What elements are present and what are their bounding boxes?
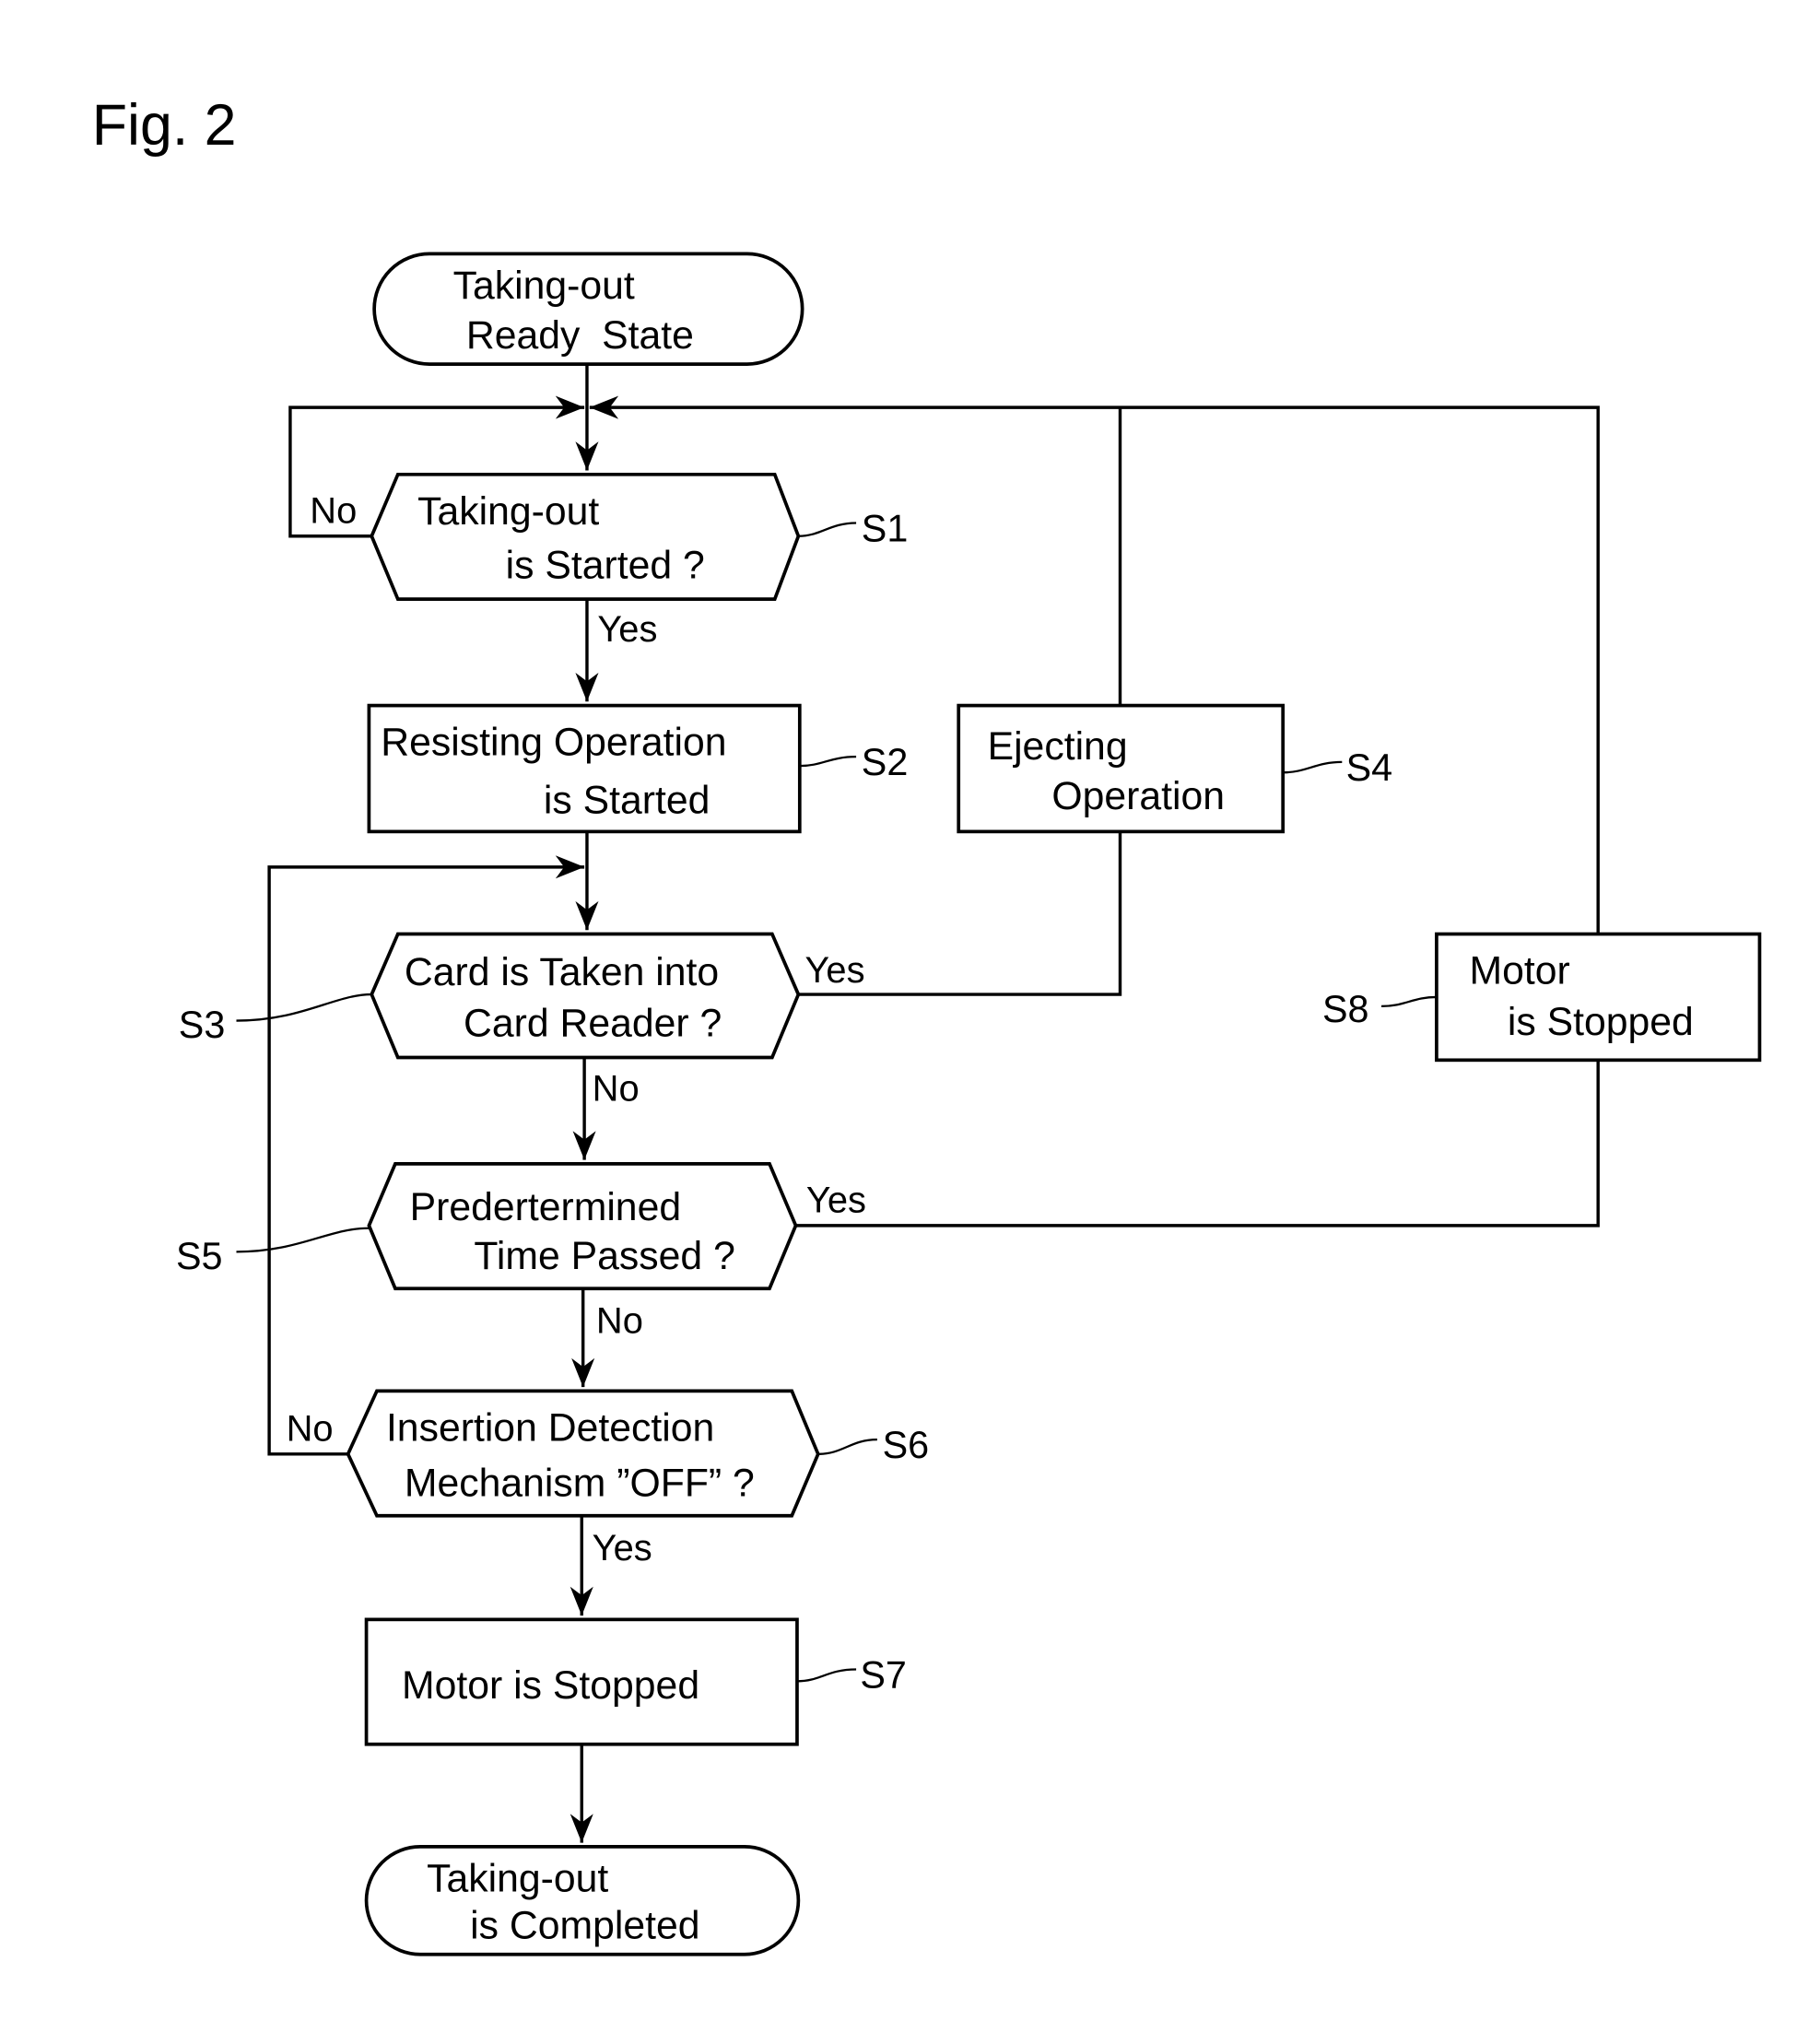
- edge-label-s6-yes: Yes: [593, 1528, 652, 1568]
- decision-s5-line-1: Predertermined: [410, 1185, 682, 1229]
- decision-s1: Taking-out is Started ? S1 No Yes: [310, 472, 909, 650]
- edge-label-s5-no: No: [596, 1301, 643, 1342]
- end-terminal: Taking-out is Completed: [364, 1845, 801, 1956]
- step-label-s7: S7: [860, 1653, 907, 1696]
- decision-s6-line-2: Mechanism ”OFF” ?: [405, 1461, 755, 1505]
- s7-leader: [796, 1668, 857, 1683]
- edge-label-s1-yes: Yes: [597, 609, 657, 650]
- edge-s5-yes-to-s8: [795, 1060, 1600, 1228]
- figure-title: Fig. 2: [92, 93, 237, 158]
- process-s4-line-1: Ejecting: [988, 724, 1128, 769]
- decision-s5-line-2: Time Passed ?: [474, 1234, 734, 1278]
- decision-s3-line-1: Card is Taken into: [405, 950, 719, 994]
- process-s8-line-1: Motor: [1470, 949, 1570, 993]
- start-terminal-line-1: Taking-out: [453, 264, 635, 308]
- start-terminal-line-2: Ready State: [466, 313, 694, 358]
- step-label-s6: S6: [883, 1424, 930, 1466]
- flowchart-canvas: Fig. 2 Taking-out Ready State Taking-out…: [92, 93, 1762, 1956]
- edge-label-s1-no: No: [310, 491, 357, 532]
- step-label-s3: S3: [179, 1004, 226, 1046]
- decision-s1-line-2: is Started ?: [506, 543, 705, 587]
- s5-leader: [236, 1227, 370, 1253]
- end-terminal-line-2: is Completed: [470, 1904, 699, 1948]
- step-label-s5: S5: [176, 1235, 223, 1277]
- process-s8: Motor is Stopped S8: [1322, 932, 1762, 1063]
- decision-s6-line-1: Insertion Detection: [386, 1406, 714, 1451]
- end-terminal-line-1: Taking-out: [427, 1856, 608, 1900]
- process-s4-line-2: Operation: [1051, 774, 1225, 818]
- decision-s5: Predertermined Time Passed ? S5 Yes No: [176, 1162, 866, 1342]
- process-s7: Motor is Stopped S7: [364, 1617, 907, 1746]
- process-s4: Ejecting Operation S4: [957, 703, 1393, 834]
- edge-label-s3-no: No: [593, 1068, 640, 1109]
- start-terminal: Taking-out Ready State: [372, 252, 804, 366]
- step-label-s1: S1: [862, 507, 909, 549]
- decision-s3: Card is Taken into Card Reader ? S3 Yes …: [179, 932, 865, 1109]
- s1-leader: [798, 522, 857, 537]
- edge-label-s6-no: No: [287, 1409, 334, 1450]
- process-s8-line-2: is Stopped: [1508, 1000, 1694, 1044]
- s6-leader: [817, 1438, 877, 1455]
- s2-leader: [799, 756, 857, 768]
- step-label-s4: S4: [1346, 746, 1393, 789]
- process-s2: Resisting Operation is Started S2: [367, 703, 909, 834]
- decision-s1-line-1: Taking-out: [417, 489, 599, 534]
- s3-leader: [236, 993, 372, 1022]
- process-s2-line-2: is Started: [544, 778, 710, 822]
- step-label-s8: S8: [1322, 988, 1369, 1030]
- step-label-s2: S2: [862, 741, 909, 783]
- s4-leader: [1283, 760, 1343, 774]
- process-s7-line-1: Motor is Stopped: [402, 1663, 699, 1708]
- decision-s3-line-2: Card Reader ?: [464, 1002, 722, 1046]
- process-s2-line-1: Resisting Operation: [381, 721, 726, 765]
- edge-label-s3-yes: Yes: [805, 950, 865, 991]
- s8-leader: [1381, 995, 1437, 1008]
- edge-label-s5-yes: Yes: [806, 1181, 866, 1221]
- decision-s6: Insertion Detection Mechanism ”OFF” ? S6…: [287, 1389, 930, 1568]
